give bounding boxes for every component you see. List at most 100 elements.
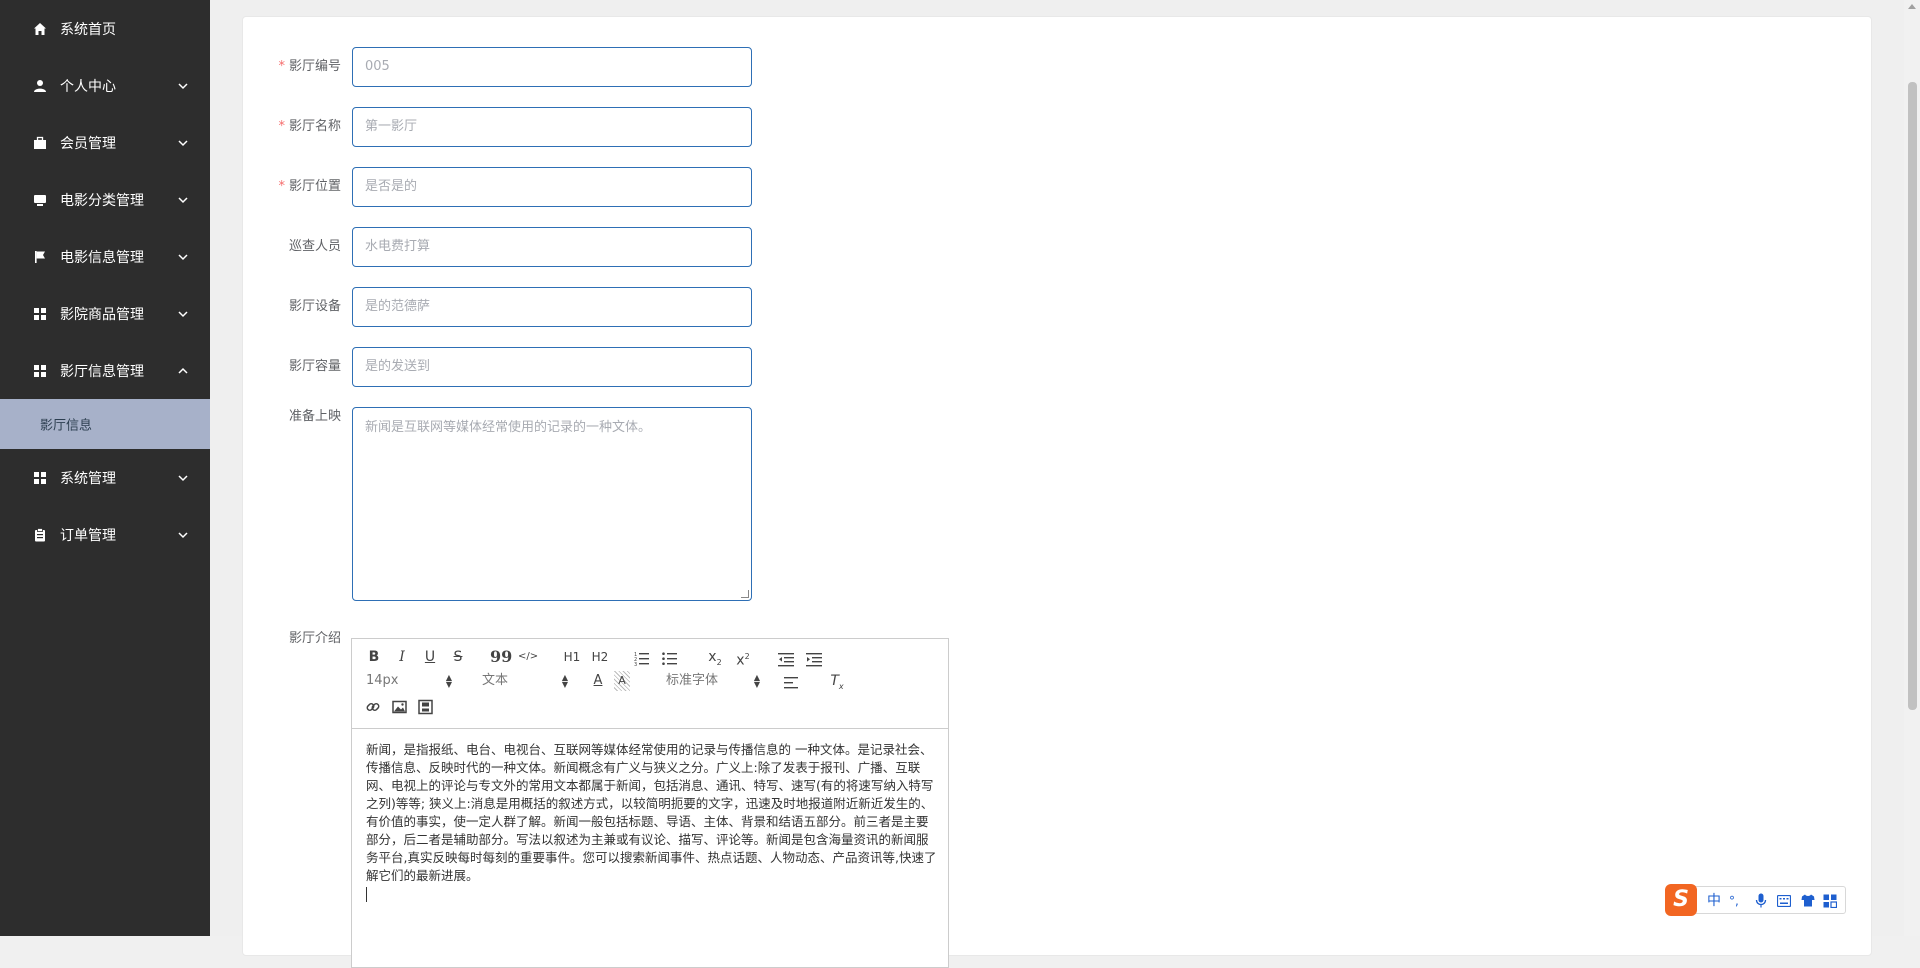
font-family-value: 标准字体 [666, 673, 719, 688]
chevron-down-icon [178, 310, 188, 317]
grid-icon [32, 470, 48, 486]
font-color-icon[interactable]: A [590, 671, 606, 691]
scrollbar-thumb[interactable] [1908, 82, 1917, 710]
ime-mode-toggle[interactable]: 中 [1707, 892, 1721, 910]
hall-no-label: * 影厅编号 [278, 59, 341, 74]
hall-name-input[interactable]: 第一影厅 [352, 107, 752, 147]
h1-button[interactable]: H1 [562, 647, 582, 667]
sidebar-subitem-label: 影厅信息 [40, 418, 93, 434]
required-mark: * [278, 119, 285, 134]
hall-location-input[interactable]: 是否是的 [352, 167, 752, 207]
chevron-down-icon [178, 474, 188, 481]
monitor-icon [32, 192, 48, 208]
sidebar-item-cinema-goods[interactable]: 影院商品管理 [0, 285, 210, 342]
hall-no-input[interactable]: 005 [352, 47, 752, 87]
font-family-select[interactable]: 标准字体 ▲ ▼ [666, 671, 760, 691]
user-icon [32, 78, 48, 94]
video-icon[interactable] [418, 697, 433, 717]
sidebar-item-label: 电影分类管理 [60, 192, 144, 209]
sidebar-item-movie-category[interactable]: 电影分类管理 [0, 171, 210, 228]
select-arrows-icon: ▲ ▼ [753, 673, 760, 689]
clear-format-icon[interactable]: Tx [828, 671, 846, 691]
underline-button[interactable]: U [422, 647, 438, 667]
sidebar-item-label: 影厅信息管理 [60, 363, 144, 380]
briefcase-icon [32, 135, 48, 151]
editor-toolbar: B I U S 99 </> H1 H2 123 x2 x2 14px ▲ ▼ 文… [352, 639, 948, 729]
required-mark: * [278, 59, 285, 74]
sidebar-item-members[interactable]: 会员管理 [0, 114, 210, 171]
chevron-down-icon [178, 196, 188, 203]
page-scrollbar[interactable] [1904, 0, 1920, 936]
keyboard-icon[interactable] [1777, 895, 1791, 907]
sidebar-item-label: 会员管理 [60, 135, 116, 152]
sidebar-item-home[interactable]: 系统首页 [0, 0, 210, 57]
editor-paragraph: 新闻，是指报纸、电台、电视台、互联网等媒体经常使用的记录与传播信息的 一种文体。… [366, 742, 937, 883]
sidebar-item-label: 订单管理 [60, 527, 116, 544]
flag-icon [32, 249, 48, 265]
sidebar-item-label: 电影信息管理 [60, 249, 144, 266]
sidebar-item-label: 影院商品管理 [60, 306, 144, 323]
image-icon[interactable] [392, 697, 407, 717]
sidebar-subitem-hall-info[interactable]: 影厅信息 [0, 399, 210, 449]
chevron-down-icon [178, 82, 188, 89]
inspector-input[interactable]: 水电费打算 [352, 227, 752, 267]
screening-label: 准备上映 [288, 409, 341, 424]
italic-button[interactable]: I [394, 647, 410, 667]
sidebar-item-label: 系统首页 [60, 21, 116, 38]
chevron-up-icon [178, 367, 188, 374]
subscript-button[interactable]: x2 [706, 647, 724, 667]
ime-toolbar: S 中 °, [1665, 884, 1846, 916]
screening-textarea[interactable]: 新闻是互联网等媒体经常使用的记录的一种文体。 [352, 407, 752, 601]
block-format-value: 文本 [482, 673, 509, 688]
bold-button[interactable]: B [366, 647, 382, 667]
required-mark: * [278, 179, 285, 194]
capacity-label: 影厅容量 [288, 359, 341, 374]
chevron-down-icon [178, 253, 188, 260]
link-icon[interactable] [366, 697, 381, 717]
resize-handle-icon[interactable] [741, 590, 749, 598]
outdent-icon[interactable] [778, 649, 794, 669]
font-size-select[interactable]: 14px ▲ ▼ [366, 671, 452, 691]
sidebar-item-label: 系统管理 [60, 470, 116, 487]
editor-content[interactable]: 新闻，是指报纸、电台、电视台、互联网等媒体经常使用的记录与传播信息的 一种文体。… [366, 741, 938, 907]
shirt-icon[interactable] [1801, 894, 1815, 907]
strike-button[interactable]: S [450, 647, 466, 667]
align-left-icon[interactable] [784, 673, 800, 693]
h2-button[interactable]: H2 [590, 647, 610, 667]
sidebar-item-system[interactable]: 系统管理 [0, 449, 210, 506]
quote-button[interactable]: 99 [490, 647, 512, 667]
main-content: * 影厅编号 005 * 影厅名称 第一影厅 * 影厅位置 是否是的 巡查人员 水电费… [210, 0, 1910, 968]
ime-logo-icon[interactable]: S [1665, 884, 1697, 916]
select-arrows-icon: ▲ ▼ [445, 673, 452, 689]
chevron-down-icon [178, 531, 188, 538]
ordered-list-icon[interactable]: 123 [634, 649, 650, 669]
capacity-input[interactable]: 是的发送到 [352, 347, 752, 387]
sidebar-item-movie-info[interactable]: 电影信息管理 [0, 228, 210, 285]
equipment-label: 影厅设备 [288, 299, 341, 314]
apps-icon[interactable] [1823, 894, 1837, 908]
rich-text-editor: B I U S 99 </> H1 H2 123 x2 x2 14px ▲ ▼ 文… [351, 638, 949, 968]
sidebar: 系统首页 个人中心 会员管理 电影分类管理 电影信息管理 影院商品管理 影厅信息… [0, 0, 210, 936]
indent-icon[interactable] [806, 649, 822, 669]
code-button[interactable]: </> [518, 647, 538, 667]
hall-name-label: * 影厅名称 [278, 119, 341, 134]
clipboard-icon [32, 527, 48, 543]
superscript-button[interactable]: x2 [734, 647, 752, 669]
chevron-down-icon [178, 139, 188, 146]
equipment-input[interactable]: 是的范德萨 [352, 287, 752, 327]
scroll-up-icon[interactable] [1908, 4, 1916, 9]
sidebar-item-personal-center[interactable]: 个人中心 [0, 57, 210, 114]
grid-icon [32, 363, 48, 379]
home-icon [32, 21, 48, 37]
sidebar-item-orders[interactable]: 订单管理 [0, 506, 210, 563]
hall-location-label: * 影厅位置 [278, 179, 341, 194]
bullet-list-icon[interactable] [662, 649, 678, 669]
sidebar-item-hall-info[interactable]: 影厅信息管理 [0, 342, 210, 399]
inspector-label: 巡查人员 [288, 239, 341, 254]
background-color-icon[interactable]: A [614, 671, 630, 691]
mic-icon[interactable] [1755, 893, 1767, 909]
ime-punct-toggle[interactable]: °, [1729, 892, 1739, 910]
grid-icon [32, 306, 48, 322]
screening-text: 新闻是互联网等媒体经常使用的记录的一种文体。 [365, 420, 652, 435]
block-format-select[interactable]: 文本 ▲ ▼ [482, 671, 568, 691]
